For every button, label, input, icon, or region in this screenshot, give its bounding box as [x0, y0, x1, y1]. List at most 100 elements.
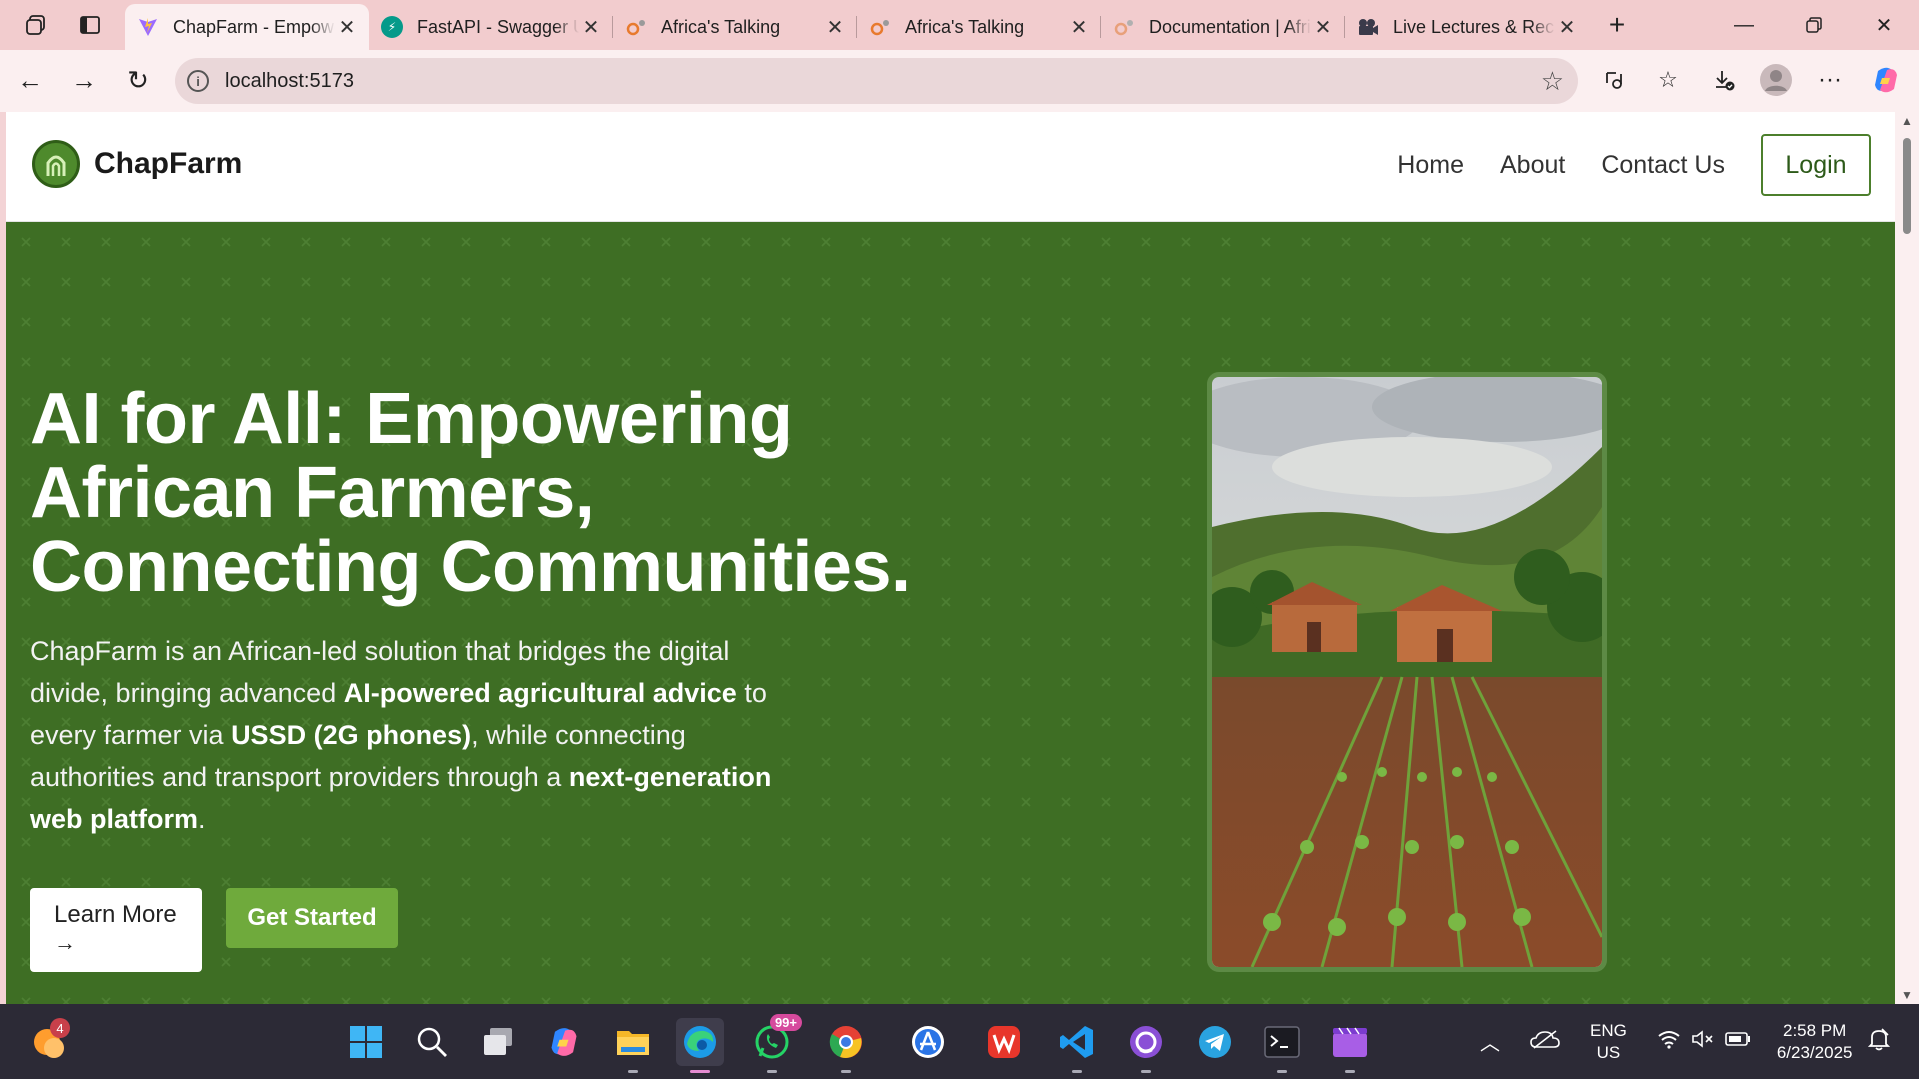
tab-list: ChapFarm - Empowering ✕ ⚡ FastAPI - Swag…: [125, 4, 1589, 50]
tab-africas-talking-1[interactable]: Africa's Talking ✕: [613, 4, 857, 50]
close-tab-icon[interactable]: ✕: [823, 15, 847, 39]
close-tab-icon[interactable]: ✕: [335, 15, 359, 39]
fastapi-icon: ⚡: [381, 16, 403, 38]
whatsapp-icon[interactable]: 99+: [748, 1014, 802, 1073]
nav-contact-us[interactable]: Contact Us: [1601, 151, 1725, 180]
more-menu-icon[interactable]: ···: [1810, 60, 1850, 100]
wps-office-icon[interactable]: [980, 1018, 1028, 1066]
profile-avatar-icon[interactable]: [1756, 60, 1796, 100]
minimize-icon[interactable]: —: [1709, 0, 1779, 50]
hero-description: ChapFarm is an African-led solution that…: [30, 630, 810, 840]
language-indicator[interactable]: ENG US: [1590, 1020, 1627, 1064]
africas-talking-icon: [869, 16, 891, 38]
vscode-icon[interactable]: [1053, 1018, 1101, 1073]
desc-bold-ussd: USSD (2G phones): [231, 720, 472, 750]
hero-title-line: African Farmers,: [30, 453, 595, 533]
close-tab-icon[interactable]: ✕: [1311, 15, 1335, 39]
africas-talking-icon: [625, 16, 647, 38]
forward-icon[interactable]: →: [64, 60, 104, 100]
start-icon[interactable]: [342, 1018, 390, 1066]
refresh-icon[interactable]: ↻: [118, 60, 158, 100]
clock-date: 6/23/2025: [1776, 1042, 1853, 1062]
hero-title-line: AI for All: Empowering: [30, 379, 793, 459]
login-button[interactable]: Login: [1761, 134, 1871, 196]
close-tab-icon[interactable]: ✕: [1067, 15, 1091, 39]
brand[interactable]: ChapFarm: [32, 140, 242, 188]
close-window-icon[interactable]: ✕: [1849, 0, 1919, 50]
arrow-right-icon: →: [54, 930, 76, 955]
scroll-down-icon[interactable]: ▼: [1901, 988, 1913, 1002]
edge-browser-icon[interactable]: [676, 1018, 724, 1073]
show-hidden-icons-chevron-icon[interactable]: ︿: [1480, 1027, 1500, 1056]
wifi-icon[interactable]: [1657, 1029, 1681, 1054]
close-tab-icon[interactable]: ✕: [1555, 15, 1579, 39]
africas-talking-icon: [1113, 16, 1135, 38]
favorites-icon[interactable]: ☆: [1648, 60, 1688, 100]
downloads-icon[interactable]: [1704, 60, 1744, 100]
tab-title: Documentation | Africa's Talking: [1149, 16, 1311, 37]
video-editor-icon[interactable]: [1326, 1018, 1374, 1073]
tab-africas-talking-2[interactable]: Africa's Talking ✕: [857, 4, 1101, 50]
nav-about[interactable]: About: [1500, 151, 1565, 180]
battery-icon[interactable]: [1725, 1031, 1751, 1052]
get-started-button[interactable]: Get Started: [226, 888, 398, 948]
tab-live-lectures[interactable]: Live Lectures & Recordings ✕: [1345, 4, 1589, 50]
hero-farm-image: [1207, 372, 1607, 972]
learn-more-button[interactable]: Learn More →: [30, 888, 202, 972]
hero-section: AI for All: Empowering African Farmers, …: [6, 222, 1895, 1004]
system-tray: ︿ ENG US 2:58 PM 6/23/2025: [1480, 1004, 1891, 1079]
vite-icon: [137, 16, 159, 38]
tab-documentation[interactable]: Documentation | Africa's Talking ✕: [1101, 4, 1345, 50]
search-icon[interactable]: [408, 1018, 456, 1066]
farm-illustration: [1212, 377, 1602, 967]
file-explorer-icon[interactable]: [609, 1018, 657, 1073]
video-icon: [1357, 16, 1379, 38]
telegram-icon[interactable]: [1191, 1018, 1239, 1066]
app-store-icon[interactable]: [904, 1018, 952, 1066]
chapfarm-logo-icon: [32, 140, 80, 188]
back-icon[interactable]: ←: [10, 60, 50, 100]
clock-time: 2:58 PM: [1783, 1020, 1847, 1040]
scrollbar-thumb[interactable]: [1903, 138, 1911, 234]
site-header: ChapFarm Home About Contact Us Login: [6, 112, 1895, 222]
browser-toolbar: ← → ↻ i localhost:5173 ☆ ☆ ···: [0, 50, 1919, 112]
copilot-app-icon[interactable]: [540, 1018, 588, 1066]
window-controls: — ✕: [1709, 0, 1919, 50]
restore-icon[interactable]: [1779, 0, 1849, 50]
main-nav: Home About Contact Us Login: [1397, 134, 1871, 196]
desc-text: .: [198, 804, 206, 834]
read-aloud-icon[interactable]: [1594, 60, 1634, 100]
terminal-icon[interactable]: [1258, 1018, 1306, 1073]
volume-muted-icon[interactable]: [1691, 1029, 1715, 1054]
page-viewport: ChapFarm Home About Contact Us Login AI …: [6, 112, 1895, 1004]
address-bar[interactable]: i localhost:5173 ☆: [175, 58, 1578, 104]
learn-more-label: Learn More: [54, 901, 177, 928]
task-view-icon[interactable]: [474, 1018, 522, 1066]
browser-tab-strip: ChapFarm - Empowering ✕ ⚡ FastAPI - Swag…: [0, 0, 1919, 50]
favorite-star-icon[interactable]: ☆: [1541, 66, 1564, 97]
tab-title: Africa's Talking: [661, 16, 781, 37]
clock[interactable]: 2:58 PM 6/23/2025: [1777, 1020, 1853, 1064]
github-desktop-icon[interactable]: [1122, 1018, 1170, 1073]
tab-chapfarm[interactable]: ChapFarm - Empowering ✕: [125, 4, 369, 50]
tab-fastapi[interactable]: ⚡ FastAPI - Swagger UI ✕: [369, 4, 613, 50]
copilot-icon[interactable]: [1866, 60, 1906, 100]
url-text[interactable]: localhost:5173: [225, 70, 354, 93]
hero-title-line: Connecting Communities.: [30, 527, 911, 607]
notifications-bell-icon[interactable]: [1868, 1027, 1891, 1056]
site-info-icon[interactable]: i: [187, 70, 209, 92]
close-tab-icon[interactable]: ✕: [579, 15, 603, 39]
new-tab-icon[interactable]: +: [1597, 5, 1637, 45]
tab-title: FastAPI - Swagger UI: [417, 16, 579, 37]
onedrive-icon[interactable]: [1530, 1029, 1560, 1054]
scroll-up-icon[interactable]: ▲: [1901, 114, 1913, 128]
page-scrollbar[interactable]: ▲ ▼: [1895, 112, 1919, 1004]
tab-title: Africa's Talking: [905, 16, 1025, 37]
chrome-icon[interactable]: [822, 1018, 870, 1073]
language-code: ENG: [1590, 1020, 1627, 1040]
tab-actions-icon[interactable]: [70, 5, 110, 45]
workspaces-icon[interactable]: [16, 5, 56, 45]
tab-title: ChapFarm - Empowering: [173, 16, 335, 37]
whatsapp-badge: 99+: [769, 1014, 802, 1031]
nav-home[interactable]: Home: [1397, 151, 1464, 180]
